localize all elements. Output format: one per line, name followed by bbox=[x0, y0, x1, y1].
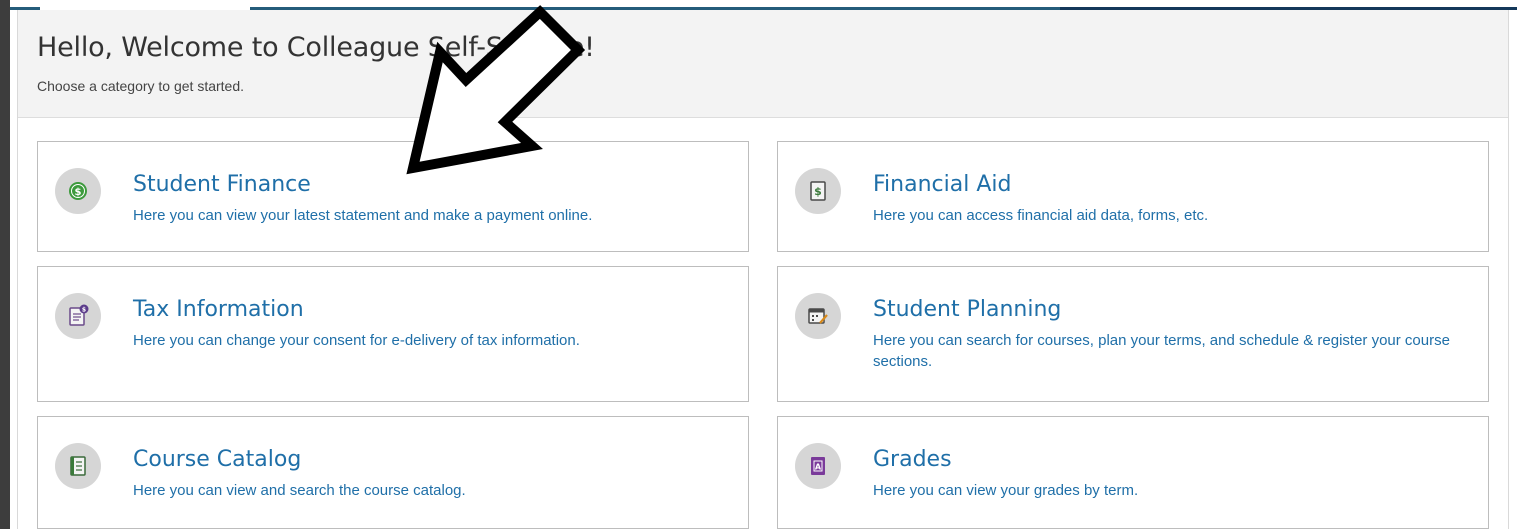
card-description[interactable]: Here you can view and search the course … bbox=[133, 480, 723, 501]
catalog-book-icon bbox=[70, 456, 86, 476]
card-financial-aid[interactable]: $ Financial Aid Here you can access fina… bbox=[777, 141, 1489, 252]
page-title: Hello, Welcome to Colleague Self-Service… bbox=[37, 32, 595, 63]
financial-aid-icon-badge: $ bbox=[795, 168, 841, 214]
card-title[interactable]: Grades bbox=[873, 447, 952, 472]
card-student-finance[interactable]: $ Student Finance Here you can view your… bbox=[37, 141, 749, 252]
page-subtitle: Choose a category to get started. bbox=[37, 78, 245, 94]
card-description[interactable]: Here you can search for courses, plan yo… bbox=[873, 330, 1463, 372]
card-student-planning[interactable]: Student Planning Here you can search for… bbox=[777, 266, 1489, 402]
card-description[interactable]: Here you can view your grades by term. bbox=[873, 480, 1463, 501]
card-title[interactable]: Tax Information bbox=[133, 297, 304, 322]
card-description[interactable]: Here you can change your consent for e-d… bbox=[133, 330, 723, 351]
svg-text:$: $ bbox=[814, 185, 822, 198]
card-course-catalog[interactable]: Course Catalog Here you can view and sea… bbox=[37, 416, 749, 529]
svg-text:$: $ bbox=[75, 187, 82, 198]
student-planning-icon-badge bbox=[795, 293, 841, 339]
card-tax-information[interactable]: $ Tax Information Here you can change yo… bbox=[37, 266, 749, 402]
left-edge-bar bbox=[0, 0, 10, 529]
top-tab-strip bbox=[10, 0, 1517, 10]
card-description[interactable]: Here you can access financial aid data, … bbox=[873, 205, 1463, 226]
course-catalog-icon-badge bbox=[55, 443, 101, 489]
student-finance-icon-badge: $ bbox=[55, 168, 101, 214]
tax-document-icon: $ bbox=[69, 304, 89, 326]
card-description[interactable]: Here you can view your latest statement … bbox=[133, 205, 723, 226]
dollar-coin-icon: $ bbox=[69, 182, 87, 200]
calendar-edit-icon bbox=[808, 308, 828, 324]
grades-icon-badge: A bbox=[795, 443, 841, 489]
svg-text:A: A bbox=[815, 463, 822, 472]
card-title[interactable]: Course Catalog bbox=[133, 447, 301, 472]
card-title[interactable]: Financial Aid bbox=[873, 172, 1011, 197]
card-title[interactable]: Student Finance bbox=[133, 172, 311, 197]
welcome-header: Hello, Welcome to Colleague Self-Service… bbox=[18, 10, 1508, 118]
grade-report-icon: A bbox=[811, 457, 825, 475]
svg-text:$: $ bbox=[82, 307, 86, 314]
card-grades[interactable]: A Grades Here you can view your grades b… bbox=[777, 416, 1489, 529]
tax-information-icon-badge: $ bbox=[55, 293, 101, 339]
money-document-icon: $ bbox=[810, 181, 826, 201]
main-content: Hello, Welcome to Colleague Self-Service… bbox=[17, 10, 1509, 529]
card-title[interactable]: Student Planning bbox=[873, 297, 1061, 322]
